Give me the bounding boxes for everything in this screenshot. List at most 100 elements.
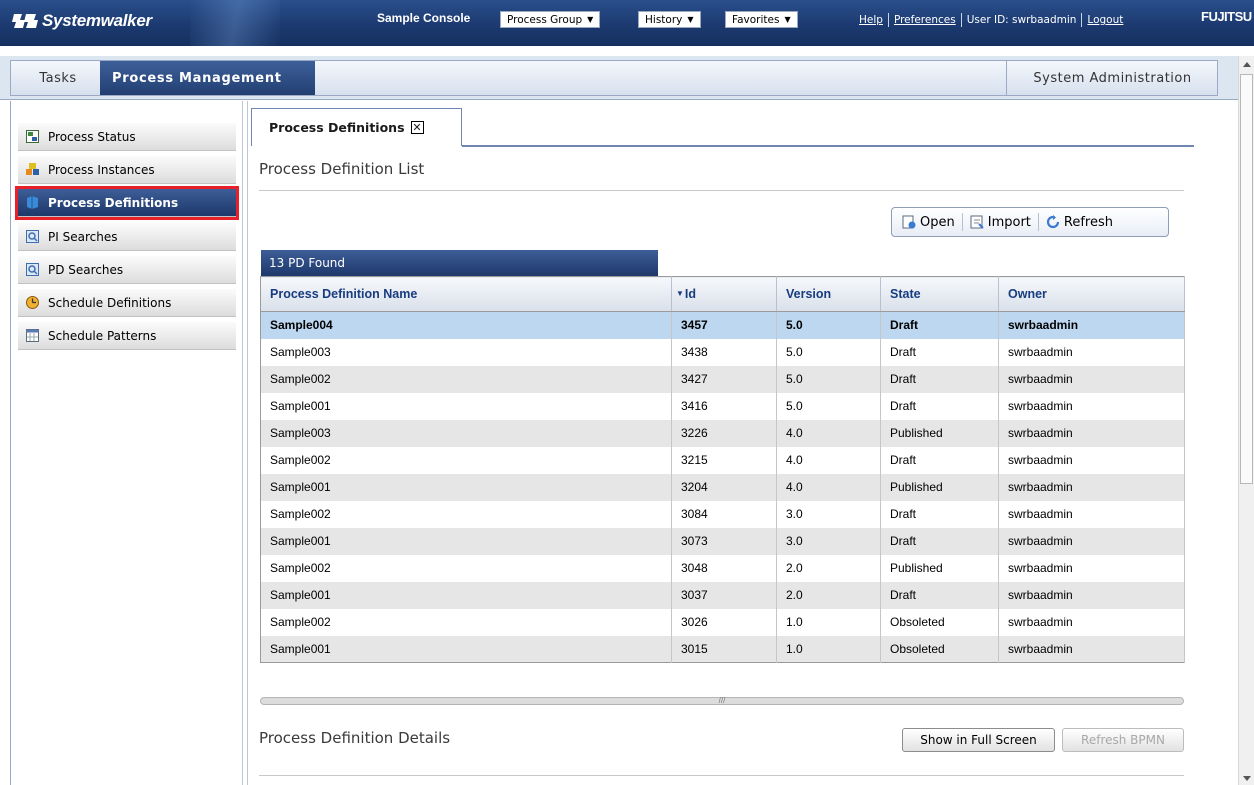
scroll-down-icon[interactable] [1243, 776, 1251, 781]
cell-owner: swrbaadmin [998, 446, 1185, 474]
import-button[interactable]: Import [970, 215, 1031, 230]
cell-id: 3073 [671, 527, 777, 555]
banner-swoosh [190, 0, 280, 46]
sidebar-item-process-definitions[interactable]: Process Definitions [15, 186, 239, 220]
cell-name: Sample002 [260, 608, 672, 636]
cell-owner: swrbaadmin [998, 338, 1185, 366]
cell-version: 5.0 [776, 338, 881, 366]
import-label: Import [987, 214, 1031, 230]
history-menu[interactable]: History ▼ [638, 11, 701, 28]
scrollbar-thumb[interactable] [1240, 74, 1253, 484]
column-header-state[interactable]: State [880, 276, 999, 312]
cell-name: Sample001 [260, 635, 672, 663]
cell-version: 4.0 [776, 446, 881, 474]
divider [1037, 213, 1039, 231]
cell-id: 3226 [671, 419, 777, 447]
process-definition-table: Process Definition Name ▼Id Version Stat… [260, 276, 1185, 663]
tab-underline [462, 145, 1194, 147]
cell-id: 3084 [671, 500, 777, 528]
history-label: History [645, 13, 683, 26]
console-name: Sample Console [377, 11, 471, 25]
sidebar-item-schedule-patterns[interactable]: Schedule Patterns [18, 322, 236, 350]
cell-version: 1.0 [776, 608, 881, 636]
cell-state: Published [880, 473, 999, 501]
table-row[interactable]: Sample003 3438 5.0 Draft swrbaadmin [260, 338, 1185, 366]
chevron-down-icon: ▼ [587, 15, 594, 24]
cell-state: Draft [880, 527, 999, 555]
close-icon[interactable]: ✕ [410, 121, 424, 134]
top-banner: Systemwalker Sample Console Process Grou… [0, 0, 1254, 46]
table-row[interactable]: Sample001 3037 2.0 Draft swrbaadmin [260, 581, 1185, 609]
tab-tasks[interactable]: Tasks [20, 64, 96, 92]
help-link[interactable]: Help [859, 14, 883, 26]
tab-system-administration[interactable]: System Administration [1006, 61, 1218, 95]
preferences-link[interactable]: Preferences [894, 14, 956, 26]
cell-state: Obsoleted [880, 635, 999, 663]
sidebar-item-process-instances[interactable]: Process Instances [18, 156, 236, 184]
favorites-menu[interactable]: Favorites ▼ [725, 11, 798, 28]
sidebar-item-label: Process Definitions [48, 195, 179, 210]
divider [1081, 13, 1083, 27]
chevron-down-icon: ▼ [784, 15, 791, 24]
sidebar-item-pd-searches[interactable]: PD Searches [18, 256, 236, 284]
table-row[interactable]: Sample004 3457 5.0 Draft swrbaadmin [260, 311, 1185, 339]
details-title: Process Definition Details [259, 729, 451, 747]
cell-state: Draft [880, 338, 999, 366]
cell-version: 5.0 [776, 365, 881, 393]
chevron-down-icon: ▼ [687, 15, 694, 24]
cell-version: 2.0 [776, 581, 881, 609]
cell-state: Draft [880, 311, 999, 339]
column-header-name[interactable]: Process Definition Name [260, 276, 672, 312]
open-button[interactable]: Open [902, 215, 955, 230]
search-icon [26, 230, 39, 243]
calendar-icon [26, 329, 39, 342]
refresh-button[interactable]: Refresh [1046, 215, 1113, 230]
refresh-bpmn-button[interactable]: Refresh BPMN [1062, 728, 1184, 752]
logout-link[interactable]: Logout [1087, 14, 1123, 26]
table-row[interactable]: Sample001 3015 1.0 Obsoleted swrbaadmin [260, 635, 1185, 663]
cell-state: Draft [880, 392, 999, 420]
table-row[interactable]: Sample003 3226 4.0 Published swrbaadmin [260, 419, 1185, 447]
clock-icon [26, 296, 39, 309]
cell-version: 4.0 [776, 473, 881, 501]
table-header-row: Process Definition Name ▼Id Version Stat… [260, 276, 1185, 312]
list-title: Process Definition List [259, 160, 425, 178]
cell-version: 2.0 [776, 554, 881, 582]
page-scrollbar[interactable] [1238, 56, 1254, 785]
list-toolbar: Open Import Refresh [891, 207, 1169, 237]
cell-owner: swrbaadmin [998, 311, 1185, 339]
logo-text: Systemwalker [42, 11, 152, 30]
table-row[interactable]: Sample001 3204 4.0 Published swrbaadmin [260, 473, 1185, 501]
cell-version: 1.0 [776, 635, 881, 663]
cell-owner: swrbaadmin [998, 635, 1185, 663]
column-header-version[interactable]: Version [776, 276, 881, 312]
horizontal-splitter[interactable]: /// [260, 697, 1184, 705]
sidebar-item-schedule-definitions[interactable]: Schedule Definitions [18, 289, 236, 317]
table-row[interactable]: Sample001 3073 3.0 Draft swrbaadmin [260, 527, 1185, 555]
table-row[interactable]: Sample002 3215 4.0 Draft swrbaadmin [260, 446, 1185, 474]
open-label: Open [920, 214, 955, 230]
sort-descending-icon: ▼ [676, 289, 684, 298]
divider [960, 13, 962, 27]
table-row[interactable]: Sample001 3416 5.0 Draft swrbaadmin [260, 392, 1185, 420]
table-row[interactable]: Sample002 3048 2.0 Published swrbaadmin [260, 554, 1185, 582]
cell-id: 3215 [671, 446, 777, 474]
table-row[interactable]: Sample002 3026 1.0 Obsoleted swrbaadmin [260, 608, 1185, 636]
cell-owner: swrbaadmin [998, 473, 1185, 501]
systemwalker-logo: Systemwalker [12, 9, 152, 33]
show-full-screen-button[interactable]: Show in Full Screen [902, 728, 1055, 752]
table-row[interactable]: Sample002 3427 5.0 Draft swrbaadmin [260, 365, 1185, 393]
cell-state: Draft [880, 581, 999, 609]
refresh-icon [1046, 215, 1059, 229]
cell-name: Sample002 [260, 500, 672, 528]
sidebar-item-pi-searches[interactable]: PI Searches [18, 223, 236, 251]
column-header-owner[interactable]: Owner [998, 276, 1185, 312]
process-group-menu[interactable]: Process Group ▼ [500, 11, 601, 28]
scroll-up-icon[interactable] [1243, 62, 1251, 67]
tab-process-management[interactable]: Process Management [100, 61, 315, 95]
tab-process-definitions[interactable]: Process Definitions ✕ [251, 108, 462, 146]
table-row[interactable]: Sample002 3084 3.0 Draft swrbaadmin [260, 500, 1185, 528]
cell-id: 3204 [671, 473, 777, 501]
sidebar-item-process-status[interactable]: Process Status [18, 123, 236, 151]
column-header-id[interactable]: ▼Id [671, 276, 777, 312]
